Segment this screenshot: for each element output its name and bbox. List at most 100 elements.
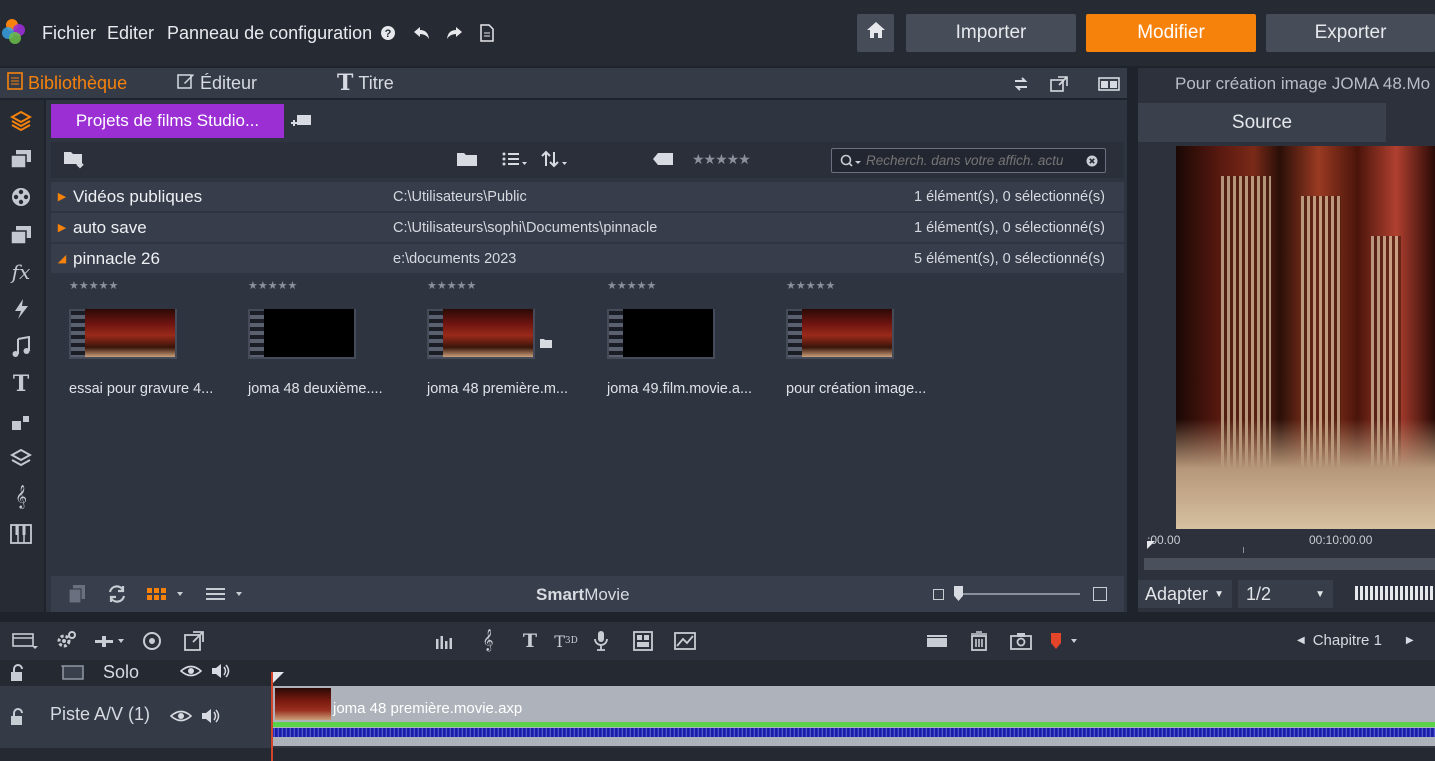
sidebar-layers-icon[interactable] bbox=[8, 446, 34, 472]
speaker-icon[interactable] bbox=[211, 663, 231, 684]
rating-filter-stars[interactable]: ★★★★★ bbox=[692, 151, 751, 168]
redo-icon[interactable] bbox=[443, 22, 465, 44]
add-tab-icon[interactable] bbox=[290, 111, 312, 133]
microphone-icon[interactable] bbox=[589, 629, 613, 653]
library-clip[interactable]: ★★★★★ essai pour gravure 4... bbox=[69, 279, 239, 409]
tab-source[interactable]: Source bbox=[1138, 103, 1386, 142]
lock-icon[interactable] bbox=[9, 708, 29, 731]
undo-icon[interactable] bbox=[411, 22, 433, 44]
track-layout-icon[interactable] bbox=[11, 629, 39, 653]
document-icon[interactable] bbox=[476, 22, 498, 44]
playhead[interactable] bbox=[271, 672, 273, 761]
clip-thumbnail[interactable] bbox=[69, 309, 177, 359]
clip-rating-stars[interactable]: ★★★★★ bbox=[69, 279, 118, 292]
clip-volume-line[interactable] bbox=[273, 722, 1435, 727]
snapshot-camera-icon[interactable] bbox=[1009, 629, 1033, 653]
sidebar-transitions-icon[interactable] bbox=[8, 296, 34, 322]
search-icon[interactable] bbox=[832, 154, 866, 168]
clip-thumbnail[interactable] bbox=[607, 309, 715, 359]
speaker-icon[interactable] bbox=[201, 708, 221, 729]
resolution-select[interactable]: 1/2 ▼ bbox=[1238, 580, 1333, 608]
project-tab[interactable]: Projets de films Studio... bbox=[51, 104, 284, 138]
folder-row[interactable]: ◢ pinnacle 26 e:\documents 2023 5 élémen… bbox=[51, 244, 1124, 273]
preview-timeline-ruler[interactable]: :00.00 00:10:00.00 bbox=[1144, 530, 1435, 570]
export-popout-icon[interactable] bbox=[182, 629, 206, 653]
preview-scrub-bar[interactable] bbox=[1144, 558, 1435, 570]
tab-bibliotheque[interactable]: Bibliothèque bbox=[7, 71, 127, 94]
grid-view-icon[interactable] bbox=[145, 583, 187, 605]
sidebar-titles-icon[interactable]: T bbox=[8, 371, 34, 397]
help-icon[interactable]: ? bbox=[377, 22, 399, 44]
scorefitter-icon[interactable]: 𝄞 bbox=[476, 629, 500, 653]
expand-caret-icon[interactable]: ▶ bbox=[51, 190, 73, 203]
audio-mixer-icon[interactable] bbox=[433, 629, 457, 653]
menu-panneau-configuration[interactable]: Panneau de configuration bbox=[167, 22, 372, 44]
copy-icon[interactable] bbox=[66, 583, 88, 605]
menu-fichier[interactable]: Fichier bbox=[42, 22, 96, 44]
clip-thumbnail[interactable] bbox=[248, 309, 356, 359]
eye-icon[interactable] bbox=[179, 664, 203, 683]
import-button[interactable]: Importer bbox=[906, 14, 1076, 52]
sidebar-scorefitter-icon[interactable]: 𝄞 bbox=[8, 484, 34, 510]
sort-icon[interactable] bbox=[540, 148, 570, 170]
thumb-small-icon[interactable] bbox=[933, 589, 944, 600]
library-clip[interactable]: ★★★★★ joma 48 première.m... bbox=[427, 279, 597, 409]
settings-gear-icon[interactable] bbox=[54, 629, 78, 653]
library-clip[interactable]: ★★★★★ pour création image... bbox=[786, 279, 956, 409]
library-clip[interactable]: ★★★★★ joma 49.film.movie.a... bbox=[607, 279, 777, 409]
3d-title-icon[interactable]: T 3D bbox=[553, 629, 579, 653]
chapter-next-icon[interactable]: ▶ bbox=[1406, 635, 1414, 646]
clip-rating-stars[interactable]: ★★★★★ bbox=[607, 279, 656, 292]
export-button[interactable]: Exporter bbox=[1266, 14, 1435, 52]
refresh-icon[interactable] bbox=[106, 583, 128, 605]
motion-tracking-icon[interactable] bbox=[673, 629, 697, 653]
snap-icon[interactable] bbox=[93, 629, 127, 653]
sidebar-effects-icon[interactable]: fx bbox=[8, 259, 34, 285]
scrub-marker-icon[interactable] bbox=[1147, 541, 1155, 549]
tab-editeur[interactable]: Éditeur bbox=[177, 72, 257, 94]
tab-titre[interactable]: T Titre bbox=[337, 72, 394, 94]
lock-icon[interactable] bbox=[9, 664, 29, 687]
playhead-handle-icon[interactable] bbox=[273, 672, 284, 683]
modify-button[interactable]: Modifier bbox=[1086, 14, 1256, 52]
thumb-large-icon[interactable] bbox=[1093, 587, 1107, 601]
tag-icon[interactable] bbox=[652, 148, 674, 170]
smartmovie-button[interactable]: SmartMovie bbox=[536, 585, 630, 605]
sidebar-collections-icon[interactable] bbox=[8, 146, 34, 172]
home-button[interactable] bbox=[857, 14, 894, 52]
marker-icon[interactable] bbox=[1045, 629, 1081, 653]
sidebar-piano-icon[interactable] bbox=[8, 521, 34, 547]
multicam-icon[interactable] bbox=[631, 629, 655, 653]
razor-icon[interactable] bbox=[925, 629, 949, 653]
trash-icon[interactable] bbox=[967, 629, 991, 653]
sidebar-photos-icon[interactable] bbox=[8, 222, 34, 248]
clip-thumbnail[interactable] bbox=[786, 309, 894, 359]
clear-search-icon[interactable] bbox=[1086, 155, 1098, 167]
swap-icon[interactable] bbox=[1010, 73, 1032, 95]
clip-rating-stars[interactable]: ★★★★★ bbox=[427, 279, 476, 292]
chapter-prev-icon[interactable]: ◀ bbox=[1297, 635, 1305, 646]
sidebar-film-reel-icon[interactable] bbox=[8, 184, 34, 210]
layout-icon[interactable] bbox=[1097, 73, 1121, 95]
eye-icon[interactable] bbox=[169, 709, 193, 728]
clip-thumbnail[interactable] bbox=[427, 309, 535, 359]
menu-editer[interactable]: Editer bbox=[107, 22, 154, 44]
popout-icon[interactable] bbox=[1048, 73, 1070, 95]
sidebar-montage-icon[interactable] bbox=[8, 410, 34, 436]
library-clip[interactable]: ★★★★★ joma 48 deuxième.... bbox=[248, 279, 418, 409]
track-name[interactable]: Piste A/V (1) bbox=[50, 704, 150, 725]
folder-row[interactable]: ▶ auto save C:\Utilisateurs\sophi\Docume… bbox=[51, 213, 1124, 242]
sidebar-music-icon[interactable] bbox=[8, 334, 34, 360]
track-monitor-icon[interactable] bbox=[60, 663, 86, 686]
folder-icon[interactable] bbox=[456, 148, 478, 170]
folder-row[interactable]: ▶ Vidéos publiques C:\Utilisateurs\Publi… bbox=[51, 182, 1124, 211]
clip-rating-stars[interactable]: ★★★★★ bbox=[248, 279, 297, 292]
thumb-size-slider[interactable] bbox=[955, 593, 1080, 595]
chapter-navigator[interactable]: ◀ Chapitre 1 ▶ bbox=[1297, 632, 1414, 649]
sidebar-projects-icon[interactable] bbox=[8, 108, 34, 134]
collapse-caret-icon[interactable]: ◢ bbox=[51, 252, 73, 265]
timeline-clip[interactable]: joma 48 première.movie.axp bbox=[273, 686, 1435, 746]
search-input[interactable] bbox=[866, 153, 1076, 168]
title-tool-icon[interactable]: T bbox=[518, 629, 542, 653]
video-preview[interactable] bbox=[1176, 146, 1435, 529]
